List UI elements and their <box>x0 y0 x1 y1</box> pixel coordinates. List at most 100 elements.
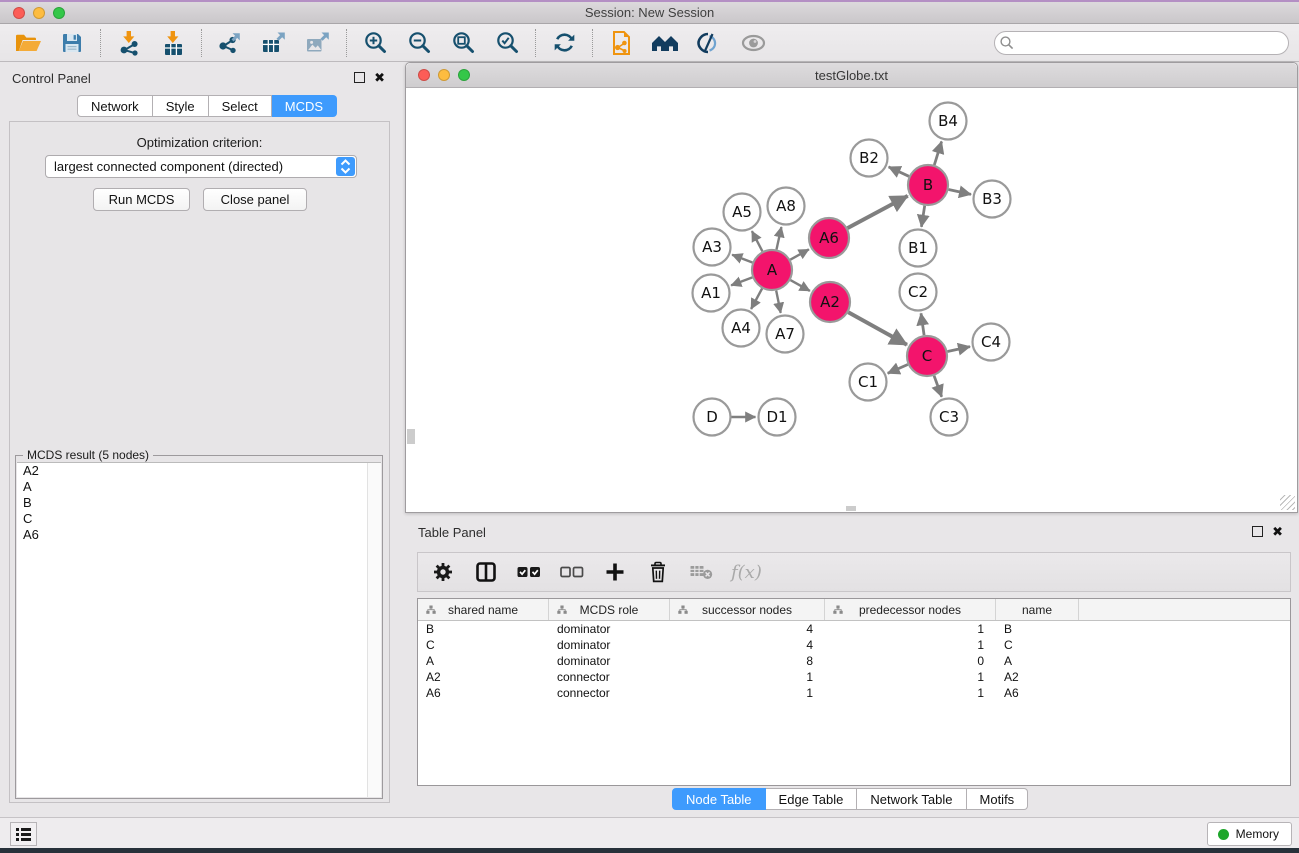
cell-name[interactable]: B <box>996 621 1079 637</box>
zoom-in-icon[interactable] <box>361 29 389 57</box>
criterion-dropdown[interactable]: largest connected component (directed) <box>45 155 357 178</box>
result-item[interactable]: C <box>17 511 381 527</box>
tab-node-table[interactable]: Node Table <box>672 788 766 810</box>
table-settings-icon[interactable] <box>430 559 456 585</box>
close-panel-button[interactable]: Close panel <box>203 188 307 211</box>
cell-MCDS-role[interactable]: connector <box>549 685 670 701</box>
result-item[interactable]: A2 <box>17 463 381 479</box>
graph-edge-B-B3[interactable] <box>949 190 972 195</box>
graph-edge-C-C4[interactable] <box>948 347 971 352</box>
zoom-selected-icon[interactable] <box>493 29 521 57</box>
graph-node-A8[interactable]: A8 <box>768 188 805 225</box>
graph-node-B3[interactable]: B3 <box>974 181 1011 218</box>
cell-successor-nodes[interactable]: 4 <box>670 637 825 653</box>
cell-predecessor-nodes[interactable]: 1 <box>825 669 996 685</box>
table-row[interactable]: A2connector11A2 <box>418 669 1290 685</box>
cell-shared-name[interactable]: B <box>418 621 549 637</box>
search-input[interactable] <box>994 31 1289 55</box>
graph-node-A6[interactable]: A6 <box>809 218 849 258</box>
graph-node-C[interactable]: C <box>907 336 947 376</box>
graph-edge-A-A3[interactable] <box>732 255 752 263</box>
graph-edge-C-C1[interactable] <box>888 365 908 374</box>
graph-edge-B-B4[interactable] <box>934 142 941 166</box>
network-window-titlebar[interactable]: testGlobe.txt <box>406 63 1297 88</box>
hide-panels-icon[interactable] <box>695 29 723 57</box>
graph-node-B2[interactable]: B2 <box>851 140 888 177</box>
cell-successor-nodes[interactable]: 4 <box>670 621 825 637</box>
deselect-all-columns-icon[interactable] <box>559 559 585 585</box>
graph-edge-A6-B[interactable] <box>848 196 908 228</box>
delete-table-icon[interactable] <box>688 559 714 585</box>
export-table-icon[interactable] <box>260 29 288 57</box>
graph-node-B4[interactable]: B4 <box>930 103 967 140</box>
tab-network-table[interactable]: Network Table <box>857 788 966 810</box>
column-header-successor-nodes[interactable]: successor nodes <box>670 599 825 620</box>
cell-shared-name[interactable]: A6 <box>418 685 549 701</box>
zoom-out-icon[interactable] <box>405 29 433 57</box>
tab-network[interactable]: Network <box>77 95 153 117</box>
import-table-icon[interactable] <box>159 29 187 57</box>
cell-MCDS-role[interactable]: dominator <box>549 637 670 653</box>
graph-node-A1[interactable]: A1 <box>693 275 730 312</box>
mcds-result-list[interactable]: A2ABCA6 <box>17 462 381 797</box>
close-table-panel-icon[interactable]: ✖ <box>1272 526 1283 537</box>
column-header-predecessor-nodes[interactable]: predecessor nodes <box>825 599 996 620</box>
graph-node-C2[interactable]: C2 <box>900 274 937 311</box>
graph-node-A7[interactable]: A7 <box>767 316 804 353</box>
float-panel-icon[interactable] <box>354 72 365 83</box>
graph-node-A4[interactable]: A4 <box>723 310 760 347</box>
create-column-icon[interactable] <box>602 559 628 585</box>
graph-node-D1[interactable]: D1 <box>759 399 796 436</box>
cell-name[interactable]: C <box>996 637 1079 653</box>
home-icon[interactable] <box>651 29 679 57</box>
cell-shared-name[interactable]: C <box>418 637 549 653</box>
cell-successor-nodes[interactable]: 8 <box>670 653 825 669</box>
result-item[interactable]: A6 <box>17 527 381 543</box>
cell-MCDS-role[interactable]: connector <box>549 669 670 685</box>
copy-network-icon[interactable] <box>607 29 635 57</box>
log-console-button[interactable] <box>10 822 37 846</box>
graph-node-A3[interactable]: A3 <box>694 229 731 266</box>
save-session-icon[interactable] <box>58 29 86 57</box>
graph-edge-A-A4[interactable] <box>751 289 762 310</box>
graph-node-B1[interactable]: B1 <box>900 230 937 267</box>
tab-mcds[interactable]: MCDS <box>272 95 337 117</box>
graph-node-A2[interactable]: A2 <box>810 282 850 322</box>
zoom-fit-icon[interactable] <box>449 29 477 57</box>
graph-node-C1[interactable]: C1 <box>850 364 887 401</box>
cell-MCDS-role[interactable]: dominator <box>549 621 670 637</box>
graph-edge-A-A8[interactable] <box>777 227 782 250</box>
graph-edge-C-C2[interactable] <box>921 313 924 335</box>
table-row[interactable]: A6connector11A6 <box>418 685 1290 701</box>
network-graph-canvas[interactable]: B4B2BB3B1A5A8A6A3AA1C2A2A4A7CC4C1C3DD1 <box>407 89 1298 513</box>
tab-edge-table[interactable]: Edge Table <box>766 788 858 810</box>
result-scrollbar[interactable] <box>367 463 381 797</box>
graph-edge-A2-C[interactable] <box>848 312 907 345</box>
graph-edge-B-B2[interactable] <box>889 167 909 176</box>
refresh-view-icon[interactable] <box>550 29 578 57</box>
cell-name[interactable]: A6 <box>996 685 1079 701</box>
column-header-name[interactable]: name <box>996 599 1079 620</box>
select-all-columns-icon[interactable] <box>516 559 542 585</box>
graph-edge-A-A1[interactable] <box>731 277 752 285</box>
float-table-panel-icon[interactable] <box>1252 526 1263 537</box>
export-image-icon[interactable] <box>304 29 332 57</box>
memory-button[interactable]: Memory <box>1207 822 1292 846</box>
graph-edge-C-C3[interactable] <box>934 376 942 397</box>
cell-successor-nodes[interactable]: 1 <box>670 685 825 701</box>
cell-predecessor-nodes[interactable]: 0 <box>825 653 996 669</box>
network-vertical-scroll-mark[interactable] <box>407 429 415 444</box>
show-columns-icon[interactable] <box>473 559 499 585</box>
network-horizontal-scroll-mark[interactable] <box>846 506 856 511</box>
cell-shared-name[interactable]: A2 <box>418 669 549 685</box>
column-header-MCDS-role[interactable]: MCDS role <box>549 599 670 620</box>
cell-shared-name[interactable]: A <box>418 653 549 669</box>
tab-select[interactable]: Select <box>209 95 272 117</box>
tab-motifs[interactable]: Motifs <box>967 788 1029 810</box>
cell-successor-nodes[interactable]: 1 <box>670 669 825 685</box>
graph-node-A5[interactable]: A5 <box>724 194 761 231</box>
graph-node-C4[interactable]: C4 <box>973 324 1010 361</box>
function-builder-icon[interactable]: f(x) <box>731 562 762 583</box>
graph-node-C3[interactable]: C3 <box>931 399 968 436</box>
cell-predecessor-nodes[interactable]: 1 <box>825 637 996 653</box>
